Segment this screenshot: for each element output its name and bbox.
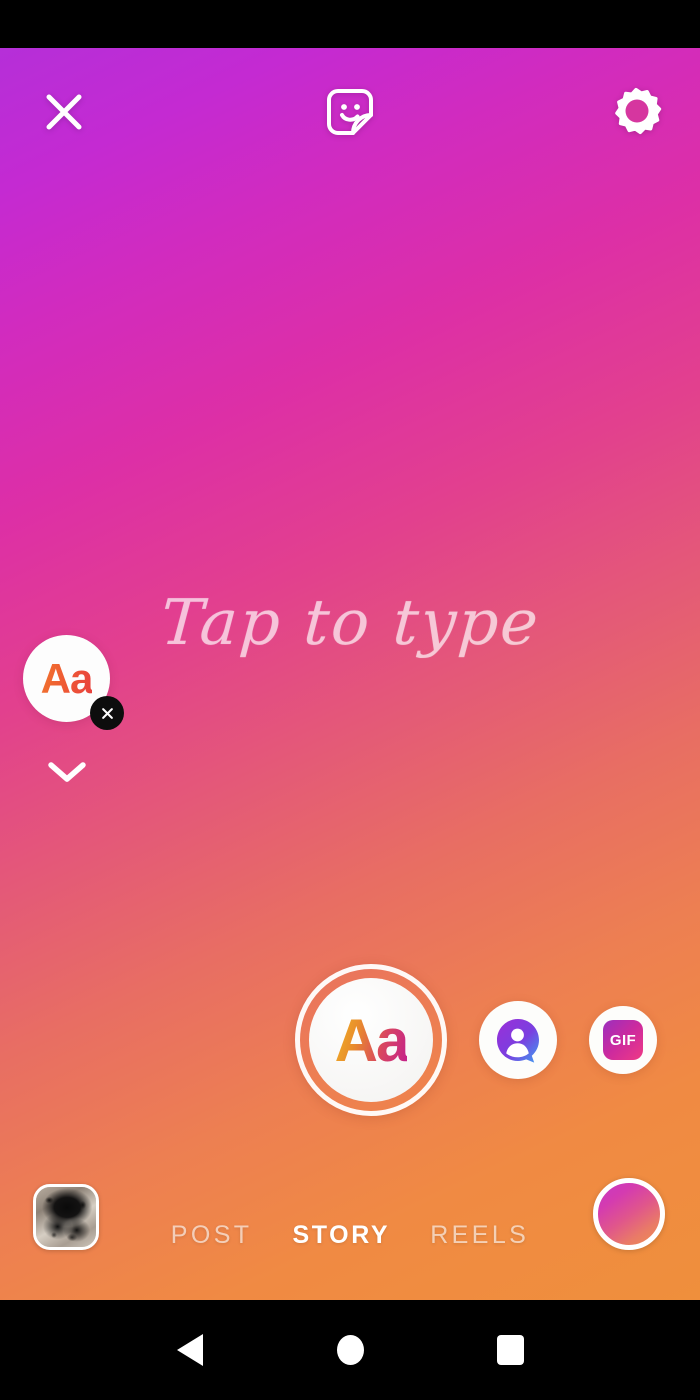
font-chip-button[interactable]: Aa [23,635,124,730]
gif-tool-button[interactable]: GIF [589,1006,657,1074]
text-tool-button[interactable]: Aa [295,964,447,1116]
bottom-bar: POST STORY REELS [0,1170,700,1300]
nav-back-button[interactable] [160,1320,220,1380]
triangle-back-icon [177,1334,203,1366]
phone-screen: Tap to type Aa Aa GIF POST STORY REELS [0,0,700,1400]
top-toolbar [0,62,700,162]
close-button[interactable] [28,76,100,148]
close-icon [46,94,82,130]
font-chip-label: Aa [40,654,94,702]
sticker-icon [327,89,373,135]
mode-tabs: POST STORY REELS [0,1170,700,1300]
font-chip-group: Aa [23,635,124,782]
android-nav-bar [0,1300,700,1400]
gallery-thumbnail[interactable] [33,1184,99,1250]
expand-fonts-button[interactable] [41,752,93,792]
gallery-thumbnail-image [36,1187,96,1247]
text-tool-label: Aa [334,1006,410,1074]
mode-tab-post[interactable]: POST [171,1221,253,1250]
mode-tab-reels[interactable]: REELS [430,1221,529,1250]
font-chip-delete-button[interactable] [90,696,124,730]
status-bar [0,0,700,48]
chevron-down-icon [48,762,86,782]
gif-icon: GIF [603,1020,643,1060]
stickers-button[interactable] [314,76,386,148]
avatar-tool-button[interactable] [479,1001,557,1079]
close-icon [101,707,113,719]
circle-home-icon [336,1335,364,1365]
square-recents-icon [496,1335,524,1365]
story-canvas[interactable]: Tap to type Aa Aa GIF POST STORY REELS [0,48,700,1300]
text-tool-inner: Aa [309,978,433,1102]
mode-tab-story[interactable]: STORY [292,1221,390,1250]
settings-button[interactable] [600,76,672,148]
gear-icon [615,87,662,135]
tap-to-type-placeholder: Tap to type [158,585,542,659]
shutter-button[interactable] [593,1178,665,1250]
gif-tool-label: GIF [609,1031,637,1049]
nav-recents-button[interactable] [480,1320,540,1380]
creation-tool-row: Aa GIF [0,960,700,1120]
nav-home-button[interactable] [320,1320,380,1380]
avatar-bubble-icon [497,1019,539,1063]
